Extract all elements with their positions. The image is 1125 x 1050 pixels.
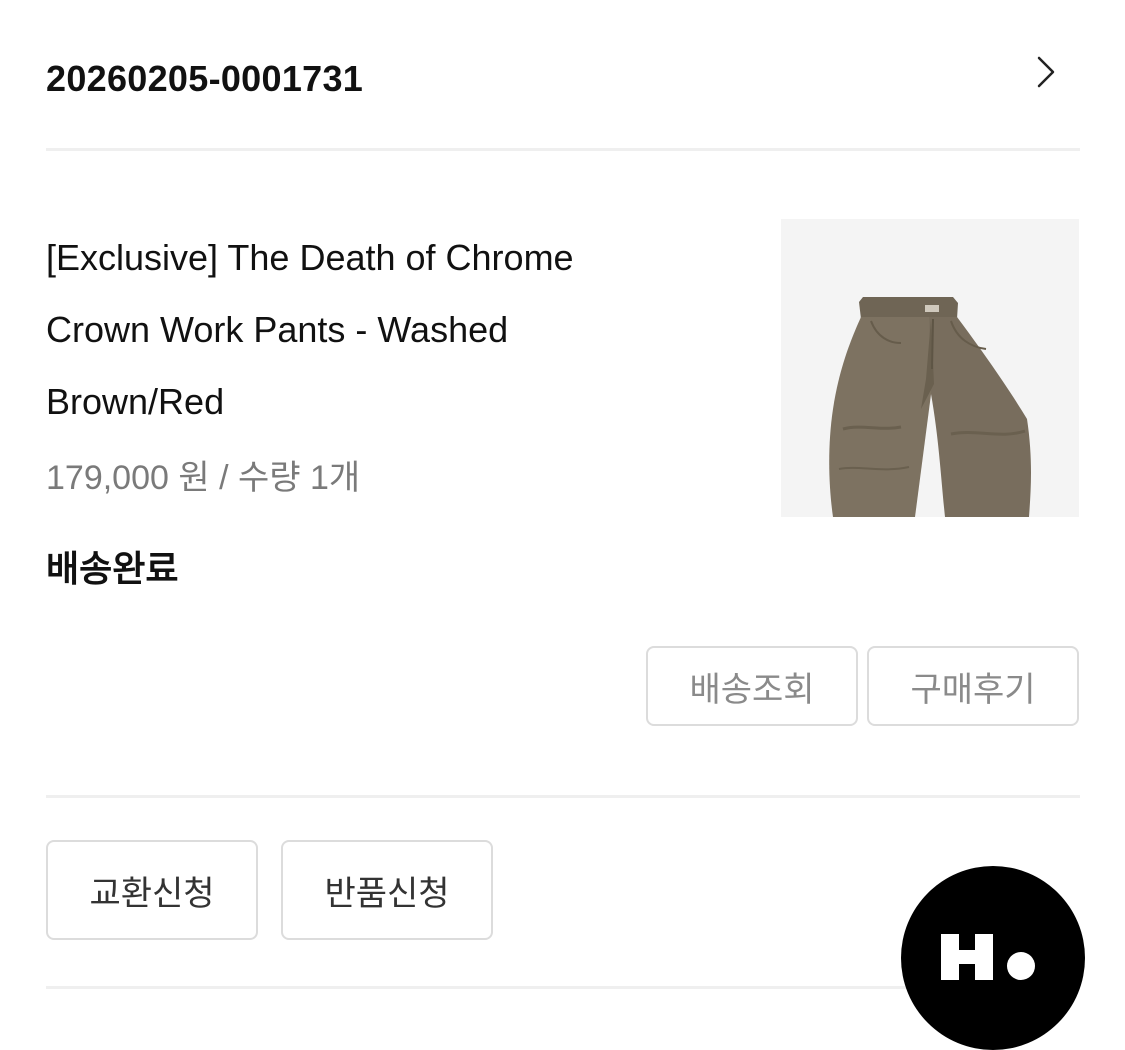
- h-dot-logo-icon: [941, 934, 1035, 980]
- track-delivery-button[interactable]: 배송조회: [646, 646, 858, 726]
- exchange-request-button[interactable]: 교환신청: [46, 840, 258, 940]
- delivery-status: 배송완료: [46, 548, 179, 589]
- divider: [46, 795, 1080, 798]
- price-quantity: 179,000 원 / 수량 1개: [46, 459, 361, 497]
- chevron-right-icon[interactable]: [1030, 54, 1060, 90]
- order-header[interactable]: 20260205-0001731: [46, 40, 1080, 120]
- product-image[interactable]: [781, 219, 1079, 517]
- product-name[interactable]: [Exclusive] The Death of Chrome Crown Wo…: [46, 222, 686, 438]
- return-request-button[interactable]: 반품신청: [281, 840, 493, 940]
- order-number: 20260205-0001731: [46, 58, 364, 99]
- brown-work-pants-image: [829, 297, 1031, 517]
- divider: [46, 148, 1080, 151]
- write-review-button[interactable]: 구매후기: [867, 646, 1079, 726]
- brand-logo-button[interactable]: [901, 866, 1085, 1050]
